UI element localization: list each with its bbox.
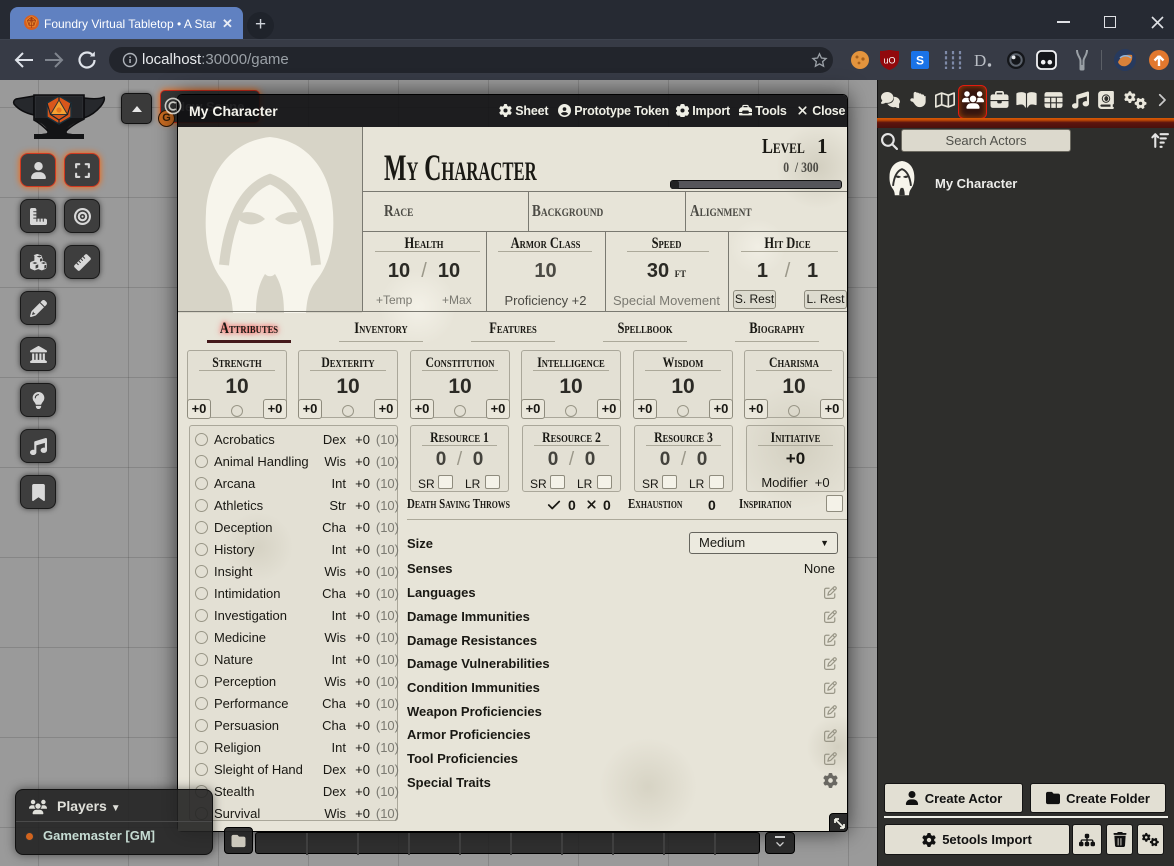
svg-text:D: D bbox=[974, 51, 986, 70]
svg-text:S: S bbox=[916, 54, 924, 68]
svg-text:uO: uO bbox=[883, 56, 895, 66]
